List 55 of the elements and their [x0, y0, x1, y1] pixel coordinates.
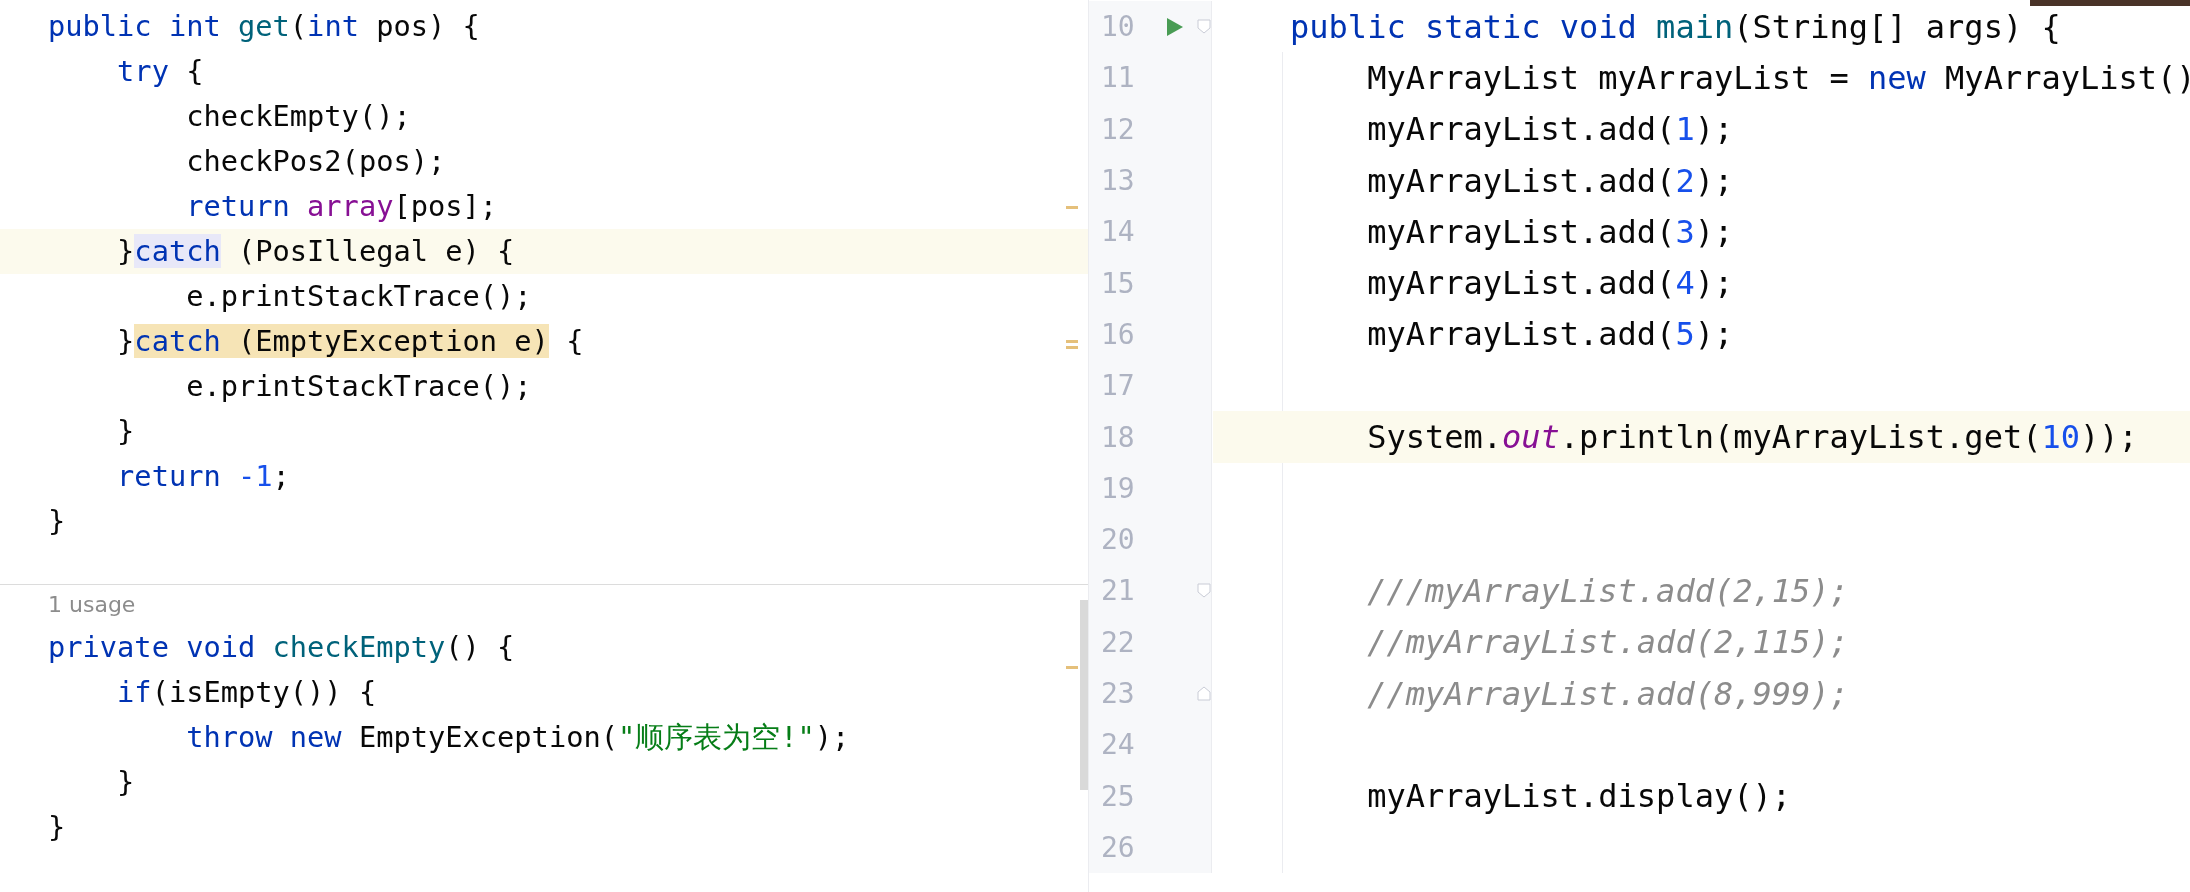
code-line: myArrayList.add(1); [1366, 109, 1734, 150]
code-line: throw new EmptyException("顺序表为空!"); [185, 719, 850, 756]
code-line: ///myArrayList.add(2,15); [1366, 570, 1849, 611]
fold-marker-icon[interactable] [1197, 19, 1211, 35]
line-number: 18 [1100, 420, 1136, 454]
line-number: 11 [1100, 61, 1136, 95]
line-number: 21 [1100, 574, 1136, 608]
code-line: private void checkEmpty() { [48, 629, 515, 666]
code-line: }catch (PosIllegal e) { [116, 233, 515, 270]
line-number: 26 [1100, 830, 1136, 864]
line-number: 15 [1100, 266, 1136, 300]
code-line: public static void main(String[] args) { [1289, 6, 2061, 47]
usage-hint[interactable]: 1 usage [0, 585, 136, 625]
line-number: 14 [1100, 215, 1136, 249]
code-line: if(isEmpty()) { [116, 674, 377, 711]
code-line: return array[pos]; [185, 188, 498, 225]
code-line: //myArrayList.add(2,115); [1366, 622, 1849, 663]
code-line: myArrayList.add(5); [1366, 314, 1734, 355]
code-line: MyArrayList myArrayList = new MyArrayList() [1366, 57, 2190, 98]
line-number: 23 [1100, 677, 1136, 710]
error-stripe-mark[interactable] [1066, 206, 1078, 209]
code-line: } [48, 503, 66, 540]
line-number: 16 [1100, 317, 1136, 351]
error-stripe-mark[interactable] [1066, 346, 1078, 349]
code-line: try { [116, 53, 204, 90]
error-stripe-mark[interactable] [1066, 666, 1078, 669]
code-line: } [116, 413, 135, 450]
code-line: myArrayList.add(4); [1366, 263, 1734, 304]
code-line: myArrayList.add(2); [1366, 160, 1734, 201]
code-line: //myArrayList.add(8,999); [1366, 673, 1849, 714]
code-line: e.printStackTrace(); [185, 368, 532, 405]
fold-marker-icon[interactable] [1197, 686, 1211, 701]
code-line: checkEmpty(); [185, 98, 411, 135]
code-line: checkPos2(pos); [185, 143, 446, 180]
scrollbar-thumb[interactable] [1080, 600, 1088, 790]
code-line: e.printStackTrace(); [185, 278, 532, 315]
line-number: 17 [1100, 369, 1136, 403]
run-icon[interactable] [1166, 16, 1184, 37]
line-number: 25 [1100, 779, 1136, 813]
line-number: 22 [1100, 625, 1136, 659]
line-number: 24 [1100, 728, 1136, 762]
line-number: 19 [1100, 471, 1136, 505]
line-number: 12 [1100, 112, 1136, 146]
line-number: 10 [1100, 10, 1136, 44]
code-line: myArrayList.display(); [1366, 776, 1791, 817]
line-number: 13 [1100, 164, 1136, 198]
code-line: } [48, 809, 66, 846]
code-line: public int get(int pos) { [48, 8, 480, 45]
fold-marker-icon[interactable] [1197, 583, 1211, 599]
code-line: myArrayList.add(3); [1366, 211, 1734, 252]
error-stripe-mark[interactable] [1066, 340, 1078, 343]
code-line: } [116, 764, 135, 801]
code-line: System.out.println(myArrayList.get(10)); [1366, 417, 2138, 457]
code-line: return -1; [116, 458, 290, 495]
line-number: 20 [1100, 523, 1136, 557]
